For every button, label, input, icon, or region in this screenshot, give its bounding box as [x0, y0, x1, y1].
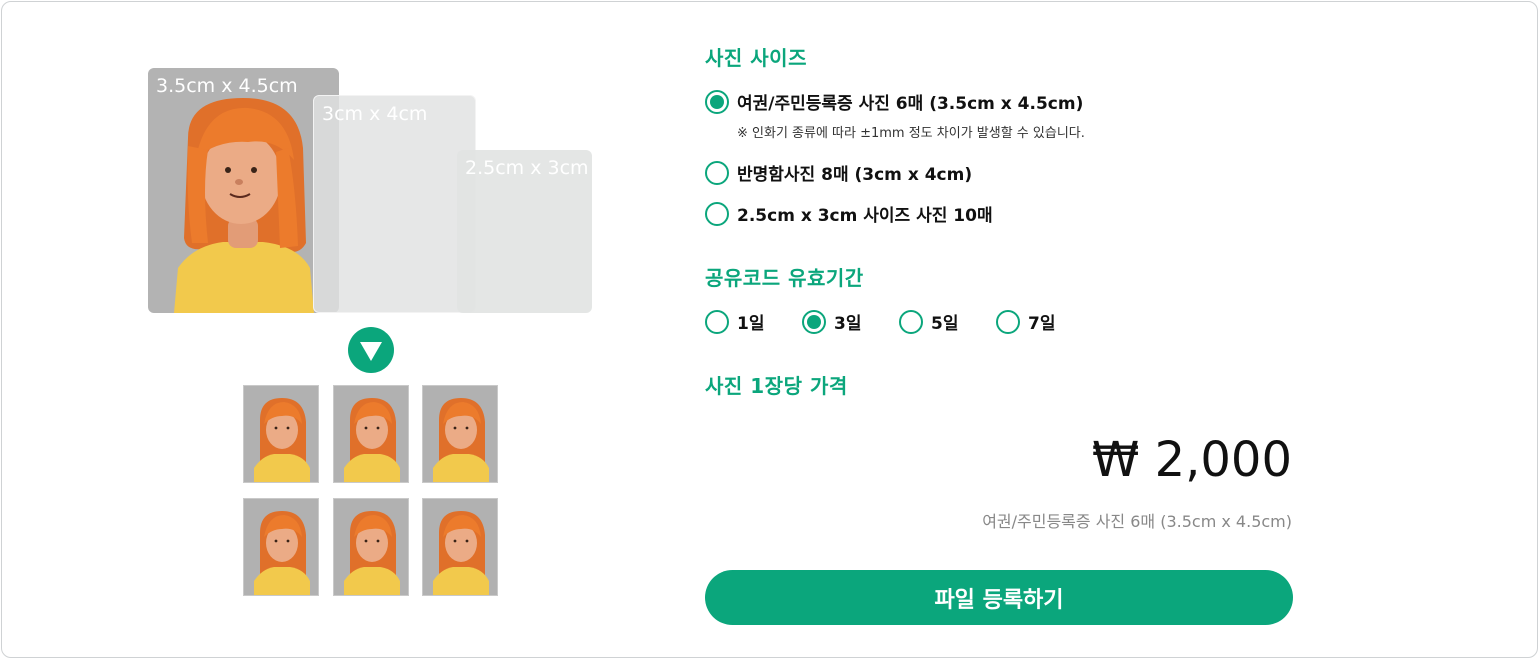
radio-button[interactable]	[705, 89, 729, 114]
price-per-photo-title: 사진 1장당 가격	[705, 374, 848, 398]
share-code-option-1-day[interactable]: 1일	[705, 309, 764, 334]
share-code-option-3-day[interactable]: 3일	[802, 309, 861, 334]
triangle-down-icon	[360, 342, 382, 361]
thumbnail	[333, 385, 409, 483]
photo-size-option-passport[interactable]: 여권/주민등록증 사진 6매 (3.5cm x 4.5cm)	[705, 89, 1083, 114]
option-label: 5일	[931, 314, 959, 334]
radio-button[interactable]	[705, 201, 729, 226]
thumbnail	[243, 498, 319, 596]
option-label: 1일	[737, 314, 765, 334]
share-code-title: 공유코드 유효기간	[705, 266, 864, 290]
register-file-button[interactable]: 파일 등록하기	[705, 570, 1293, 625]
portrait-thumbnail	[344, 511, 400, 595]
size-tolerance-note: ※ 인화기 종류에 따라 ±1mm 정도 차이가 발생할 수 있습니다.	[737, 126, 1085, 141]
arrow-down-badge	[348, 327, 394, 373]
option-label: 반명함사진 8매 (3cm x 4cm)	[737, 165, 973, 185]
radio-button[interactable]	[899, 309, 923, 334]
option-label: 3일	[834, 314, 862, 334]
radio-button[interactable]	[705, 309, 729, 334]
photo-size-option-small[interactable]: 2.5cm x 3cm 사이즈 사진 10매	[705, 201, 993, 226]
portrait-thumbnail	[433, 511, 489, 595]
size-label-large: 3.5cm x 4.5cm	[156, 75, 298, 97]
photo-frame-small: 2.5cm x 3cm	[457, 150, 592, 313]
radio-button[interactable]	[996, 309, 1020, 334]
portrait-thumbnail	[254, 511, 310, 595]
size-label-medium: 3cm x 4cm	[322, 103, 428, 125]
thumbnail	[422, 498, 498, 596]
photo-frame-large: 3.5cm x 4.5cm	[148, 68, 339, 313]
photo-frame-medium: 3cm x 4cm	[313, 95, 476, 313]
thumbnail	[422, 385, 498, 483]
thumbnail	[333, 498, 409, 596]
radio-button[interactable]	[802, 309, 826, 334]
print-preview-grid	[243, 385, 499, 597]
option-label: 여권/주민등록증 사진 6매 (3.5cm x 4.5cm)	[737, 94, 1084, 114]
portrait-illustration	[174, 98, 314, 313]
thumbnail	[243, 385, 319, 483]
price-value: ₩ 2,000	[1091, 432, 1292, 488]
size-label-small: 2.5cm x 3cm	[465, 157, 589, 179]
radio-button[interactable]	[705, 160, 729, 185]
share-code-option-5-day[interactable]: 5일	[899, 309, 958, 334]
portrait-thumbnail	[344, 398, 400, 482]
portrait-thumbnail	[254, 398, 310, 482]
option-label: 2.5cm x 3cm 사이즈 사진 10매	[737, 206, 993, 226]
photo-size-title: 사진 사이즈	[705, 46, 807, 70]
share-code-option-7-day[interactable]: 7일	[996, 309, 1055, 334]
portrait-thumbnail	[433, 398, 489, 482]
price-description: 여권/주민등록증 사진 6매 (3.5cm x 4.5cm)	[982, 512, 1292, 531]
photo-size-option-half-card[interactable]: 반명함사진 8매 (3cm x 4cm)	[705, 160, 972, 185]
option-label: 7일	[1028, 314, 1056, 334]
